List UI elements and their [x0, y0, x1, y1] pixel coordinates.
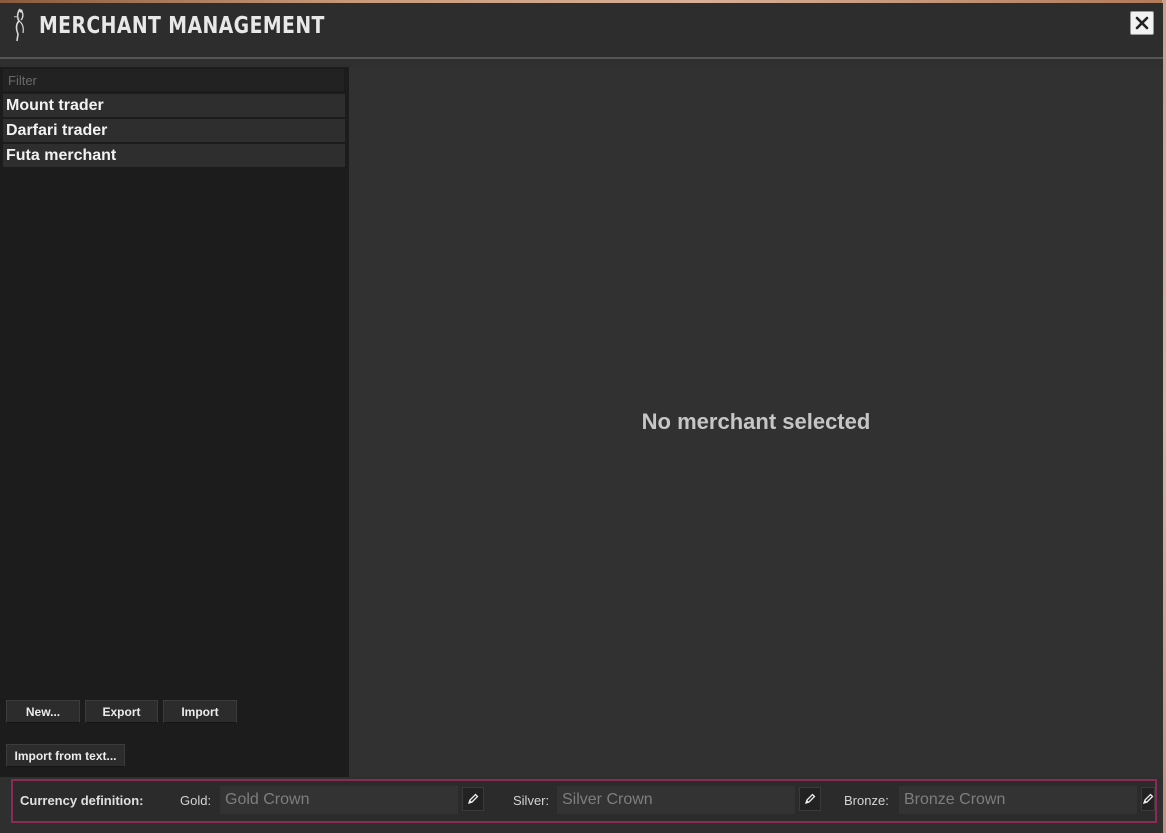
close-button[interactable] — [1130, 11, 1154, 35]
merchant-item-mount-trader[interactable]: Mount trader — [3, 94, 345, 117]
merchant-detail-panel: No merchant selected — [349, 67, 1163, 777]
silver-currency-field[interactable]: Silver Crown — [557, 786, 795, 814]
silver-label: Silver: — [513, 793, 550, 808]
pencil-icon — [804, 793, 816, 805]
merchant-item-futa-merchant[interactable]: Futa merchant — [3, 144, 345, 167]
pencil-icon — [1142, 793, 1154, 805]
gold-edit-button[interactable] — [462, 787, 484, 811]
merchant-management-window: MERCHANT MANAGEMENT Mount trader Darfari… — [0, 3, 1163, 833]
new-button[interactable]: New... — [6, 700, 80, 723]
currency-definition-bar: Currency definition: Gold: Gold Crown Si… — [11, 779, 1157, 823]
import-from-text-button[interactable]: Import from text... — [6, 744, 125, 767]
silver-edit-button[interactable] — [799, 787, 821, 811]
bronze-edit-button[interactable] — [1141, 787, 1155, 811]
merchant-sidebar: Mount trader Darfari trader Futa merchan… — [0, 67, 349, 777]
bronze-label: Bronze: — [844, 793, 889, 808]
pencil-icon — [467, 793, 479, 805]
export-button[interactable]: Export — [85, 700, 158, 723]
no-selection-message: No merchant selected — [641, 409, 871, 434]
merchant-item-darfari-trader[interactable]: Darfari trader — [3, 119, 345, 142]
merchant-list: Mount trader Darfari trader Futa merchan… — [3, 94, 345, 169]
gold-currency-field[interactable]: Gold Crown — [220, 786, 458, 814]
import-button[interactable]: Import — [163, 700, 237, 723]
title-bar: MERCHANT MANAGEMENT — [0, 3, 1163, 59]
close-icon — [1135, 16, 1149, 30]
window-title: MERCHANT MANAGEMENT — [39, 13, 325, 39]
bronze-currency-field[interactable]: Bronze Crown — [899, 786, 1137, 814]
gold-label: Gold: — [180, 793, 212, 808]
currency-definition-label: Currency definition: — [20, 793, 144, 808]
feather-figure-icon — [8, 7, 32, 43]
filter-input[interactable] — [3, 69, 344, 91]
